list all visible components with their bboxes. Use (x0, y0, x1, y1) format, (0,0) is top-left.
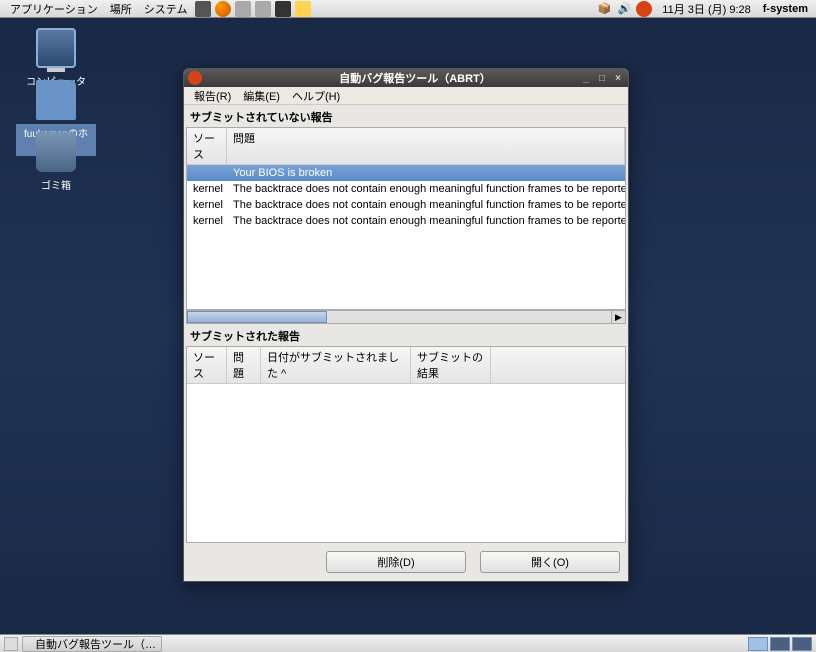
col-source[interactable]: ソース (187, 128, 227, 164)
cell-problem: The backtrace does not contain enough me… (227, 198, 625, 212)
hscrollbar[interactable]: ▶ (186, 310, 626, 324)
footprint-icon[interactable] (195, 1, 211, 17)
abrt-tray-icon[interactable] (636, 1, 652, 17)
menu-system[interactable]: システム (138, 1, 194, 17)
computer-icon (36, 28, 76, 68)
cell-source: kernel (187, 182, 227, 196)
table-header: ソース 問題 (187, 128, 625, 165)
task-label: 自動バグ報告ツール（… (35, 636, 156, 652)
cell-problem: The backtrace does not contain enough me… (227, 182, 625, 196)
workspace-2[interactable] (770, 637, 790, 651)
terminal-icon[interactable] (275, 1, 291, 17)
minimize-button[interactable]: _ (579, 71, 593, 85)
menu-help[interactable]: ヘルプ(H) (286, 88, 346, 104)
cell-source: kernel (187, 198, 227, 212)
folder-icon (36, 80, 76, 120)
abrt-window: 自動バグ報告ツール（ABRT） _ □ × 報告(R) 編集(E) ヘルプ(H)… (183, 68, 629, 582)
network-icon[interactable]: 🔊 (616, 1, 632, 17)
window-app-icon (188, 71, 202, 85)
taskbar-button[interactable]: 自動バグ報告ツール（… (22, 636, 162, 652)
trash-icon (36, 132, 76, 172)
clock[interactable]: 11月 3日 (月) 9:28 (654, 1, 758, 17)
notes-icon[interactable] (295, 1, 311, 17)
file-manager-icon[interactable] (235, 1, 251, 17)
col-problem[interactable]: 問題 (227, 128, 625, 164)
delete-button[interactable]: 削除(D) (326, 551, 466, 573)
menu-applications[interactable]: アプリケーション (4, 1, 104, 17)
scrollbar-thumb[interactable] (187, 311, 327, 323)
show-desktop-button[interactable] (4, 637, 18, 651)
submitted-label: サブミットされた報告 (184, 324, 628, 346)
titlebar[interactable]: 自動バグ報告ツール（ABRT） _ □ × (184, 69, 628, 87)
cell-source: kernel (187, 214, 227, 228)
table-row[interactable]: kernelThe backtrace does not contain eno… (187, 181, 625, 197)
desktop-icon-label: ゴミ箱 (37, 176, 75, 193)
table-header: ソース 問題 日付がサブミットされました ^ サブミットの結果 (187, 347, 625, 384)
close-button[interactable]: × (611, 71, 625, 85)
maximize-button[interactable]: □ (595, 71, 609, 85)
cell-source (187, 166, 227, 180)
workspace-3[interactable] (792, 637, 812, 651)
col-source[interactable]: ソース (187, 347, 227, 383)
table-row[interactable]: Your BIOS is broken (187, 165, 625, 181)
window-title: 自動バグ報告ツール（ABRT） (202, 70, 628, 86)
cell-problem: The backtrace does not contain enough me… (227, 214, 625, 228)
menu-places[interactable]: 場所 (104, 1, 138, 17)
firefox-icon[interactable] (215, 1, 231, 17)
cell-problem: Your BIOS is broken (227, 166, 625, 180)
col-date[interactable]: 日付がサブミットされました ^ (261, 347, 411, 383)
app-icon[interactable] (255, 1, 271, 17)
col-result[interactable]: サブミットの結果 (411, 347, 491, 383)
menubar: 報告(R) 編集(E) ヘルプ(H) (184, 87, 628, 105)
menu-edit[interactable]: 編集(E) (237, 88, 286, 104)
bottom-panel: 自動バグ報告ツール（… (0, 634, 816, 652)
hostname: f-system (759, 3, 812, 15)
top-panel: アプリケーション 場所 システム 📦 🔊 11月 3日 (月) 9:28 f-s… (0, 0, 816, 18)
workspace-switcher (748, 637, 812, 651)
updates-icon[interactable]: 📦 (596, 1, 612, 17)
workspace-1[interactable] (748, 637, 768, 651)
menu-report[interactable]: 報告(R) (188, 88, 237, 104)
col-problem[interactable]: 問題 (227, 347, 261, 383)
desktop-icon-trash[interactable]: ゴミ箱 (16, 132, 96, 193)
scroll-right-icon[interactable]: ▶ (611, 311, 625, 323)
unsubmitted-table: ソース 問題 Your BIOS is brokenkernelThe back… (186, 127, 626, 310)
open-button[interactable]: 開く(O) (480, 551, 620, 573)
unsubmitted-tbody: Your BIOS is brokenkernelThe backtrace d… (187, 165, 625, 309)
submitted-tbody (187, 384, 625, 542)
unsubmitted-label: サブミットされていない報告 (184, 105, 628, 127)
table-row[interactable]: kernelThe backtrace does not contain eno… (187, 213, 625, 229)
button-row: 削除(D) 開く(O) (184, 543, 628, 581)
submitted-table: ソース 問題 日付がサブミットされました ^ サブミットの結果 (186, 346, 626, 543)
table-row[interactable]: kernelThe backtrace does not contain eno… (187, 197, 625, 213)
